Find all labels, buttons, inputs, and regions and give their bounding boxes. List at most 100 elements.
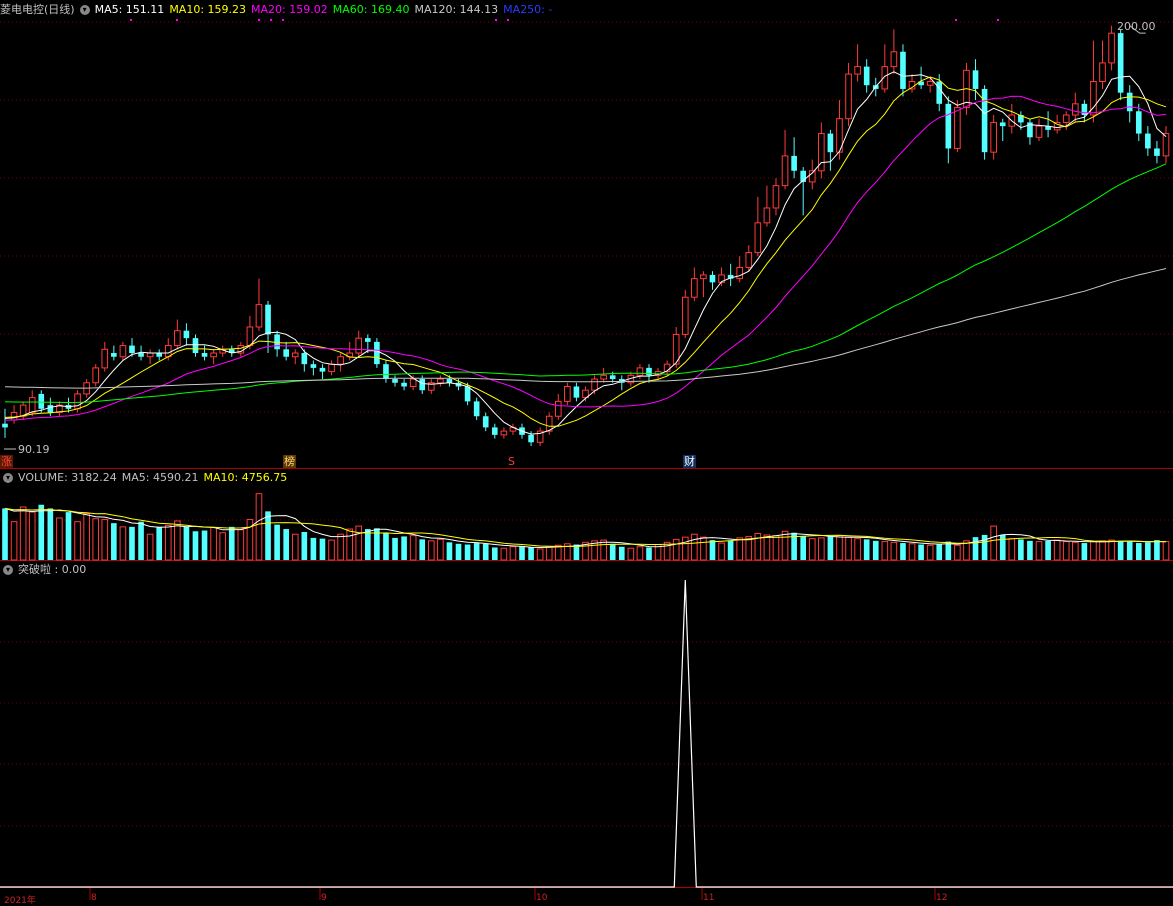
volume-bar-down: [863, 539, 870, 560]
tag-zhang[interactable]: 涨: [0, 455, 13, 468]
chevron-down-icon[interactable]: ▾: [3, 565, 13, 575]
volume-bar-up: [954, 544, 961, 561]
volume-bar-up: [28, 511, 36, 561]
chevron-down-icon[interactable]: ▾: [3, 473, 13, 483]
candle-body-up: [210, 352, 217, 358]
volume-bar-down: [401, 536, 407, 560]
tag-bang[interactable]: 榜: [283, 455, 296, 468]
volume-bar-down: [156, 526, 163, 560]
volume-bar-down: [646, 547, 652, 560]
volume-bar-up: [1071, 541, 1079, 561]
volume-bar-down: [609, 543, 616, 560]
ma20-label: MA20: 159.02: [251, 3, 328, 16]
breakout-signal-line: [0, 579, 1173, 888]
volume-bar-down: [365, 529, 371, 560]
volume-bar-down: [464, 544, 471, 560]
signal-dot: [507, 19, 509, 21]
candle-body-down: [528, 434, 534, 443]
candle-body-down: [1117, 33, 1124, 93]
volume-bar-down: [1045, 540, 1051, 560]
volume-bar-down: [1154, 540, 1160, 560]
candle-body-up: [355, 337, 363, 354]
tag-cai[interactable]: 财: [683, 455, 696, 468]
candle-body-down: [38, 393, 45, 409]
candle-body-up: [119, 345, 127, 358]
volume-bar-down: [192, 531, 199, 560]
x-axis-month-aug: 8: [91, 893, 97, 903]
kline-chart[interactable]: [0, 0, 1173, 900]
volume-bar-up: [1090, 541, 1097, 561]
volume-bar-down: [392, 537, 398, 560]
candle-body-up: [845, 73, 852, 120]
candle-body-up: [255, 304, 263, 328]
volume-bar-up: [836, 535, 843, 561]
volume-bar-down: [283, 529, 289, 560]
volume-bar-up: [1062, 541, 1070, 561]
volume-bar-down: [38, 504, 45, 560]
volume-bar-up: [890, 541, 898, 561]
volume-bar-up: [10, 521, 18, 561]
ma10-label: MA10: 159.23: [169, 3, 247, 16]
candle-body-down: [265, 304, 271, 335]
volume-bar-up: [255, 493, 263, 561]
volume-bar-up: [736, 537, 744, 561]
x-axis-month-oct: 10: [536, 893, 548, 903]
volume-bar-up: [92, 518, 100, 561]
volume-ma5-label: MA5: 4590.21: [121, 471, 199, 484]
volume-bar-down: [972, 537, 979, 560]
volume-label: VOLUME: 3182.24: [18, 471, 117, 484]
candle-body-up: [437, 378, 444, 384]
volume-bar-up: [437, 538, 444, 561]
candle-body-down: [2, 423, 8, 428]
candle-body-up: [745, 252, 753, 268]
volume-bar-up: [881, 541, 889, 561]
candle-body-up: [328, 363, 335, 373]
candle-body-up: [954, 107, 961, 149]
candle-body-down: [192, 338, 199, 354]
volume-bar-down: [383, 533, 389, 560]
signal-dot: [282, 19, 284, 21]
volume-bar-up: [328, 539, 335, 561]
volume-bar-down: [1018, 539, 1024, 560]
candle-body-up: [174, 330, 181, 347]
candle-body-up: [337, 356, 344, 365]
volume-bar-down: [999, 534, 1006, 560]
volume-bar-down: [491, 547, 498, 560]
candle-body-down: [491, 427, 498, 435]
price-high-label: 200.00: [1117, 20, 1156, 33]
volume-bar-up: [210, 527, 217, 561]
volume-bar-up: [337, 533, 344, 561]
volume-bar-up: [627, 547, 635, 561]
candle-body-down: [791, 155, 797, 171]
volume-bar-up: [1162, 541, 1170, 561]
signal-dot: [176, 19, 178, 21]
volume-bar-down: [1081, 543, 1088, 560]
volume-bar-down: [918, 544, 924, 560]
candle-body-down: [482, 416, 489, 428]
volume-bar-up: [74, 521, 81, 561]
volume-bar-down: [419, 539, 426, 560]
volume-bar-down: [455, 543, 462, 560]
volume-bar-up: [174, 520, 181, 561]
volume-bar-up: [346, 528, 353, 561]
candle-body-up: [74, 393, 81, 410]
volume-bar-up: [536, 548, 544, 561]
candle-body-down: [1081, 103, 1088, 115]
volume-bar-up: [500, 547, 508, 561]
volume-bar-up: [291, 533, 299, 561]
volume-bar-up: [808, 538, 816, 561]
candle-body-up: [1062, 114, 1070, 123]
volume-bar-down: [1145, 542, 1151, 560]
volume-bar-up: [990, 525, 997, 561]
volume-bar-up: [1053, 539, 1061, 561]
volume-bar-down: [1117, 540, 1124, 560]
candle-body-down: [446, 379, 453, 383]
volume-bar-down: [528, 547, 534, 560]
volume-bar-down: [65, 512, 72, 560]
signal-dot: [997, 19, 999, 21]
ma120-line: [4, 268, 1167, 389]
volume-bar-down: [1027, 540, 1033, 560]
chevron-down-icon[interactable]: ▾: [79, 5, 90, 15]
tag-sell[interactable]: S: [507, 455, 516, 468]
candle-body-down: [283, 349, 289, 357]
